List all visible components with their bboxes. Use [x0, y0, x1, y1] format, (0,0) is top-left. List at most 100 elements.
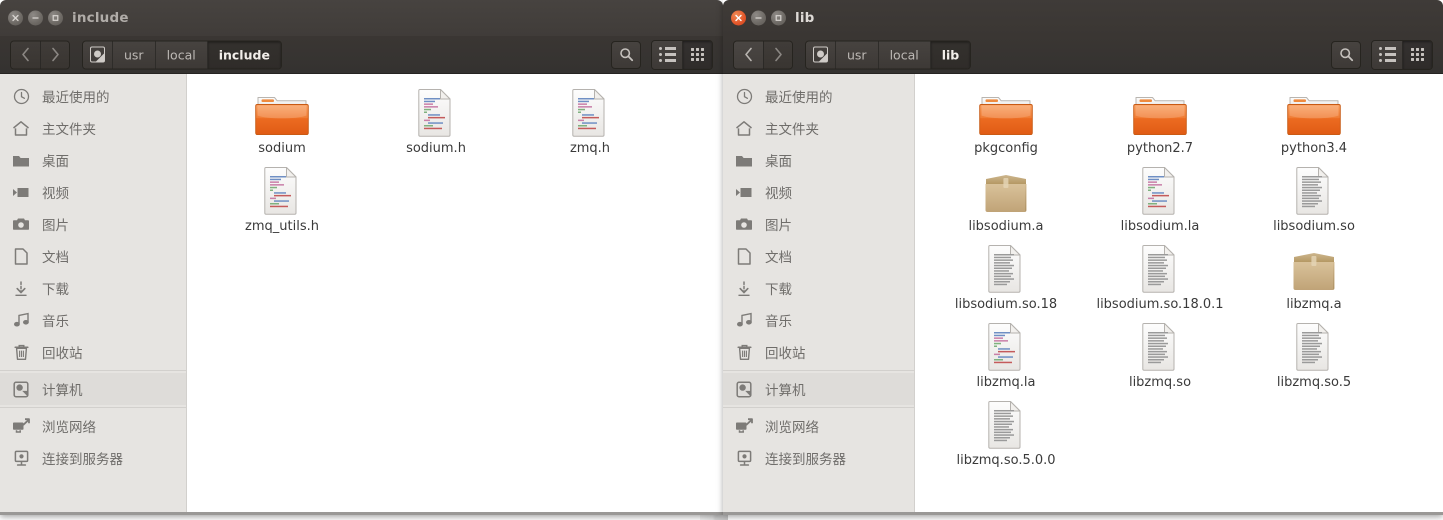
sidebar-item-2[interactable]: 主文件夹: [0, 112, 186, 144]
sidebar-item-7[interactable]: 下载: [723, 272, 914, 304]
sidebar-item-label: 最近使用的: [42, 90, 110, 106]
sidebar-item-1[interactable]: 最近使用的: [723, 80, 914, 112]
sidebar-item-10[interactable]: 计算机: [0, 373, 186, 405]
file-area-lib[interactable]: pkgconfig python2.7 python3.4 libsodium.a li…: [915, 74, 1443, 512]
source-icon: [569, 86, 611, 138]
sidebar-item-1[interactable]: 最近使用的: [0, 80, 186, 112]
file-name-label: libsodium.a: [968, 219, 1044, 234]
sidebar-item-label: 连接到服务器: [42, 452, 123, 468]
sidebar-item-8[interactable]: 音乐: [0, 304, 186, 336]
search-icon[interactable]: [611, 40, 641, 69]
file-item[interactable]: sodium.h: [359, 82, 513, 160]
file-item[interactable]: libsodium.la: [1083, 160, 1237, 238]
server-icon: [11, 448, 31, 468]
path-segment-lib[interactable]: lib: [930, 41, 971, 68]
sidebar-item-11[interactable]: 浏览网络: [0, 410, 186, 442]
back-button[interactable]: [11, 41, 40, 68]
minimize-icon[interactable]: [751, 10, 766, 26]
sidebar-item-4[interactable]: 视频: [723, 176, 914, 208]
close-icon[interactable]: [8, 10, 23, 26]
file-item[interactable]: python3.4: [1237, 82, 1391, 160]
plain-icon: [1139, 242, 1181, 294]
sidebar-item-9[interactable]: 回收站: [723, 336, 914, 368]
list-view-icon[interactable]: [1372, 40, 1402, 69]
sidebar-item-4[interactable]: 视频: [0, 176, 186, 208]
file-item[interactable]: libsodium.so.18.0.1: [1083, 238, 1237, 316]
sidebar-item-12[interactable]: 连接到服务器: [723, 442, 914, 474]
sidebar-item-5[interactable]: 图片: [723, 208, 914, 240]
file-manager-window-lib[interactable]: lib usr local lib 最近使用的 主文件夹 桌面 视频 图片 文档…: [723, 0, 1443, 515]
titlebar-lib[interactable]: lib: [723, 0, 1443, 36]
file-name-label: sodium.h: [406, 141, 466, 156]
file-item[interactable]: libsodium.a: [929, 160, 1083, 238]
back-button[interactable]: [734, 41, 763, 68]
sidebar-item-2[interactable]: 主文件夹: [723, 112, 914, 144]
sidebar-item-10[interactable]: 计算机: [723, 373, 914, 405]
sidebar-item-6[interactable]: 文档: [723, 240, 914, 272]
path-segment-usr[interactable]: usr: [113, 41, 156, 68]
file-manager-window-include[interactable]: include usr local include 最近使用的 主文件夹 桌面 …: [0, 0, 723, 515]
sidebar-item-label: 视频: [42, 186, 69, 202]
file-item[interactable]: libzmq.a: [1237, 238, 1391, 316]
minimize-icon[interactable]: [28, 10, 43, 26]
file-item[interactable]: pkgconfig: [929, 82, 1083, 160]
sidebar-item-label: 文档: [42, 250, 69, 266]
sidebar-item-9[interactable]: 回收站: [0, 336, 186, 368]
window-controls-right: [731, 10, 786, 26]
forward-button[interactable]: [40, 41, 69, 68]
path-root-disk-button[interactable]: [806, 41, 836, 68]
file-item[interactable]: libsodium.so.18: [929, 238, 1083, 316]
maximize-icon[interactable]: [48, 10, 63, 26]
file-item[interactable]: python2.7: [1083, 82, 1237, 160]
sidebar-item-label: 桌面: [765, 154, 792, 170]
desktop: :/ .] ≈ iT ¬ include: [0, 0, 1443, 520]
view-mode-group: [651, 39, 713, 70]
folder-icon: [1133, 86, 1187, 138]
sidebar-item-5[interactable]: 图片: [0, 208, 186, 240]
file-item[interactable]: libzmq.so.5.0.0: [929, 394, 1083, 472]
sidebar-item-3[interactable]: 桌面: [0, 144, 186, 176]
grid-view-icon[interactable]: [1402, 40, 1432, 69]
sidebar-item-11[interactable]: 浏览网络: [723, 410, 914, 442]
file-item[interactable]: libzmq.la: [929, 316, 1083, 394]
file-item[interactable]: zmq_utils.h: [205, 160, 359, 238]
maximize-icon[interactable]: [771, 10, 786, 26]
file-item[interactable]: libsodium.so: [1237, 160, 1391, 238]
camera-icon: [734, 214, 754, 234]
sidebar-item-3[interactable]: 桌面: [723, 144, 914, 176]
close-icon[interactable]: [731, 10, 746, 26]
sidebar-item-label: 图片: [765, 218, 792, 234]
sidebar-item-label: 主文件夹: [42, 122, 96, 138]
sidebar-item-label: 下载: [765, 282, 792, 298]
window-controls-left: [8, 10, 63, 26]
path-segment-usr[interactable]: usr: [836, 41, 879, 68]
sidebar-include: 最近使用的主文件夹桌面视频图片文档下载 音乐 回收站计算机浏览网络连接到服务器: [0, 74, 187, 512]
file-name-label: libsodium.so.18.0.1: [1096, 297, 1224, 312]
sidebar-item-7[interactable]: 下载: [0, 272, 186, 304]
file-name-label: libzmq.so: [1128, 375, 1192, 390]
music-icon: [734, 310, 754, 330]
grid-view-icon[interactable]: [682, 40, 712, 69]
sidebar-item-label: 连接到服务器: [765, 452, 846, 468]
file-name-label: libsodium.so: [1273, 219, 1355, 234]
window-bottom-edge: [723, 512, 1443, 515]
sidebar-item-12[interactable]: 连接到服务器: [0, 442, 186, 474]
sidebar-item-6[interactable]: 文档: [0, 240, 186, 272]
list-view-icon[interactable]: [652, 40, 682, 69]
path-segment-local[interactable]: local: [878, 41, 931, 68]
sidebar-item-8[interactable]: 音乐: [723, 304, 914, 336]
folder-icon: [1287, 86, 1341, 138]
path-segment-local[interactable]: local: [155, 41, 208, 68]
file-item[interactable]: libzmq.so: [1083, 316, 1237, 394]
file-item[interactable]: sodium: [205, 82, 359, 160]
path-root-disk-button[interactable]: [83, 41, 113, 68]
file-area-include[interactable]: sodium sodium.h zmq.h zmq_utils.h: [187, 74, 723, 512]
trash-icon: [11, 342, 31, 362]
path-segment-include[interactable]: include: [207, 41, 281, 68]
search-icon[interactable]: [1331, 40, 1361, 69]
file-name-label: libzmq.a: [1286, 297, 1342, 312]
titlebar-include[interactable]: include: [0, 0, 723, 36]
file-item[interactable]: zmq.h: [513, 82, 667, 160]
forward-button[interactable]: [763, 41, 792, 68]
file-item[interactable]: libzmq.so.5: [1237, 316, 1391, 394]
